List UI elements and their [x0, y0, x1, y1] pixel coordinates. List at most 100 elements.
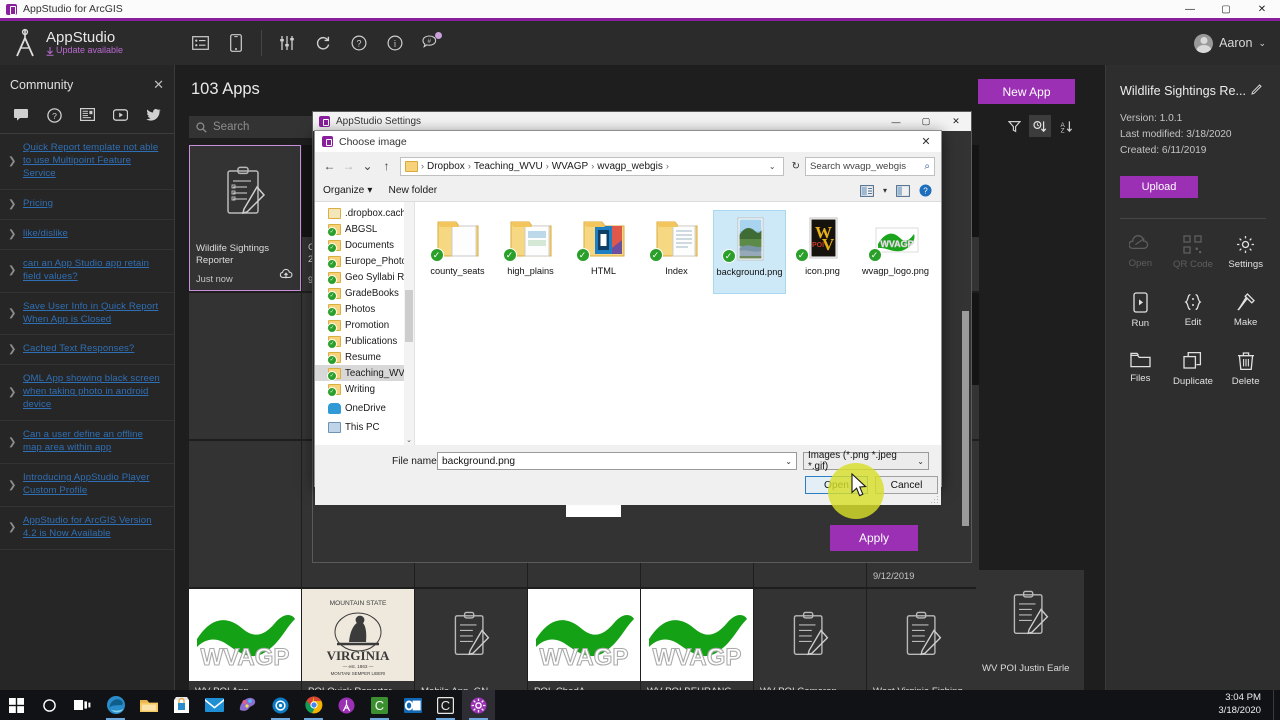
chat-icon[interactable] [14, 108, 29, 123]
c-green-button[interactable]: C [363, 690, 396, 720]
breadcrumb[interactable]: › Dropbox › Teaching_WVU › WVAGP › wvagp… [400, 156, 784, 176]
list-item[interactable]: ❯ like/dislike [0, 220, 174, 250]
show-desktop-button[interactable] [1273, 690, 1280, 720]
settings-gear-button[interactable] [462, 690, 495, 720]
breadcrumb-item[interactable]: Teaching_WVU [474, 161, 543, 172]
file-name-input[interactable]: background.png ⌄ [437, 452, 797, 470]
chevron-down-icon[interactable]: ⌄ [766, 162, 779, 171]
paint3d-button[interactable] [231, 690, 264, 720]
chevron-down-icon[interactable]: ⌄ [917, 457, 924, 466]
community-link[interactable]: Introducing AppStudio Player Custom Prof… [23, 472, 164, 498]
tree-item[interactable]: Resume [315, 349, 414, 365]
tree-item[interactable]: .dropbox.cache [315, 205, 414, 221]
view-caret-icon[interactable]: ▾ [883, 186, 887, 195]
update-available-link[interactable]: Update available [46, 45, 123, 56]
file-item[interactable]: WVAGP ✓ wvagp_logo.png [859, 210, 932, 294]
community-link[interactable]: Cached Text Responses? [23, 343, 134, 356]
close-button[interactable]: ✕ [1244, 0, 1280, 18]
list-item[interactable]: ❯ AppStudio for ArcGIS Version 4.2 is Now… [0, 507, 174, 550]
app-card[interactable]: WV POI Justin Earle [976, 570, 1084, 690]
file-item[interactable]: ✓ high_plains [494, 210, 567, 294]
change-view-icon[interactable] [860, 184, 874, 197]
community-link[interactable]: Quick Report template not able to use Mu… [23, 142, 164, 181]
app-card[interactable]: Wildlife Sightings Reporter Just now [189, 145, 301, 291]
chevron-down-icon[interactable]: ⌄ [785, 457, 792, 466]
start-button[interactable] [0, 690, 33, 720]
forward-button[interactable]: → [340, 156, 357, 176]
tree-item[interactable]: Writing [315, 381, 414, 397]
search-button[interactable] [33, 690, 66, 720]
c-white-button[interactable]: C [429, 690, 462, 720]
list-item[interactable]: ❯ Quick Report template not able to use M… [0, 134, 174, 190]
tree-item[interactable]: OneDrive [315, 400, 414, 416]
list-item[interactable]: ❯ Cached Text Responses? [0, 335, 174, 366]
tree-item[interactable]: Promotion [315, 317, 414, 333]
appstudio-player-button[interactable] [330, 690, 363, 720]
file-item[interactable]: ✓ Index [640, 210, 713, 294]
mail-button[interactable] [198, 690, 231, 720]
twitter-icon[interactable] [146, 108, 162, 123]
file-item-selected[interactable]: ✓ background.png [713, 210, 786, 294]
file-item[interactable]: ✓ HTML [567, 210, 640, 294]
outlook-button[interactable] [396, 690, 429, 720]
tree-item[interactable]: Documents [315, 237, 414, 253]
file-item[interactable]: W V POI ✓ icon.png [786, 210, 859, 294]
organize-button[interactable]: Organize ▾ [323, 185, 372, 196]
refresh-icon[interactable]: ↻ [789, 161, 803, 172]
list-item[interactable]: ❯ QML App showing black screen when takin… [0, 365, 174, 422]
edge-button[interactable] [99, 690, 132, 720]
tree-item[interactable]: ABGSL [315, 221, 414, 237]
list-item[interactable]: ❯ can an App Studio app retain field valu… [0, 250, 174, 293]
store-button[interactable] [165, 690, 198, 720]
close-button[interactable]: ✕ [941, 112, 971, 131]
app-card[interactable] [189, 441, 301, 587]
tree-item[interactable]: GradeBooks [315, 285, 414, 301]
refresh-icon[interactable] [308, 28, 338, 58]
back-button[interactable]: ← [321, 156, 338, 176]
up-button[interactable]: ↑ [378, 156, 395, 176]
tree-item[interactable]: This PC [315, 419, 414, 435]
filter-icon[interactable] [1003, 115, 1025, 137]
pencil-icon[interactable] [1251, 82, 1263, 100]
list-item[interactable]: ❯ Can a user define an offline map area w… [0, 421, 174, 465]
apply-button[interactable]: Apply [830, 525, 918, 551]
action-open[interactable]: Open [1114, 231, 1167, 274]
tree-scrollbar-thumb[interactable] [405, 290, 413, 342]
list-view-icon[interactable] [185, 28, 215, 58]
minimize-button[interactable]: — [881, 112, 911, 131]
file-item[interactable]: ✓ county_seats [421, 210, 494, 294]
chrome-button[interactable] [297, 690, 330, 720]
app-card[interactable] [189, 293, 301, 439]
tree-item[interactable]: Photos [315, 301, 414, 317]
close-icon[interactable]: ✕ [153, 77, 164, 93]
device-icon[interactable] [221, 28, 251, 58]
maximize-button[interactable]: ▢ [911, 112, 941, 131]
task-view-button[interactable] [66, 690, 99, 720]
community-link[interactable]: QML App showing black screen when taking… [23, 373, 164, 412]
preview-pane-icon[interactable] [896, 184, 910, 197]
help-icon[interactable]: ? [919, 184, 933, 197]
community-link[interactable]: like/dislike [23, 228, 68, 241]
tree-item[interactable]: Publications [315, 333, 414, 349]
recent-locations-button[interactable]: ⌄ [359, 156, 376, 176]
close-button[interactable]: ✕ [911, 131, 941, 152]
minimize-button[interactable]: — [1172, 0, 1208, 18]
community-link[interactable]: Can a user define an offline map area wi… [23, 429, 164, 455]
news-icon[interactable] [80, 108, 96, 123]
community-link[interactable]: AppStudio for ArcGIS Version 4.2 is Now … [23, 515, 164, 541]
action-make[interactable]: Make [1219, 288, 1272, 333]
arcgis-button[interactable] [264, 690, 297, 720]
breadcrumb-item[interactable]: WVAGP [552, 161, 588, 172]
file-explorer-button[interactable] [132, 690, 165, 720]
new-folder-button[interactable]: New folder [388, 185, 437, 196]
tree-item-selected[interactable]: Teaching_WVU [315, 365, 414, 381]
new-app-button[interactable]: New App [978, 79, 1075, 104]
community-link[interactable]: can an App Studio app retain field value… [23, 258, 164, 284]
help-icon[interactable]: ? [47, 108, 62, 123]
sliders-icon[interactable] [272, 28, 302, 58]
info-icon[interactable]: i [380, 28, 410, 58]
action-duplicate[interactable]: Duplicate [1167, 347, 1220, 391]
settings-scrollbar[interactable] [962, 311, 969, 526]
tree-item[interactable]: Europe_Photos [315, 253, 414, 269]
sort-by-date-icon[interactable] [1029, 115, 1051, 137]
